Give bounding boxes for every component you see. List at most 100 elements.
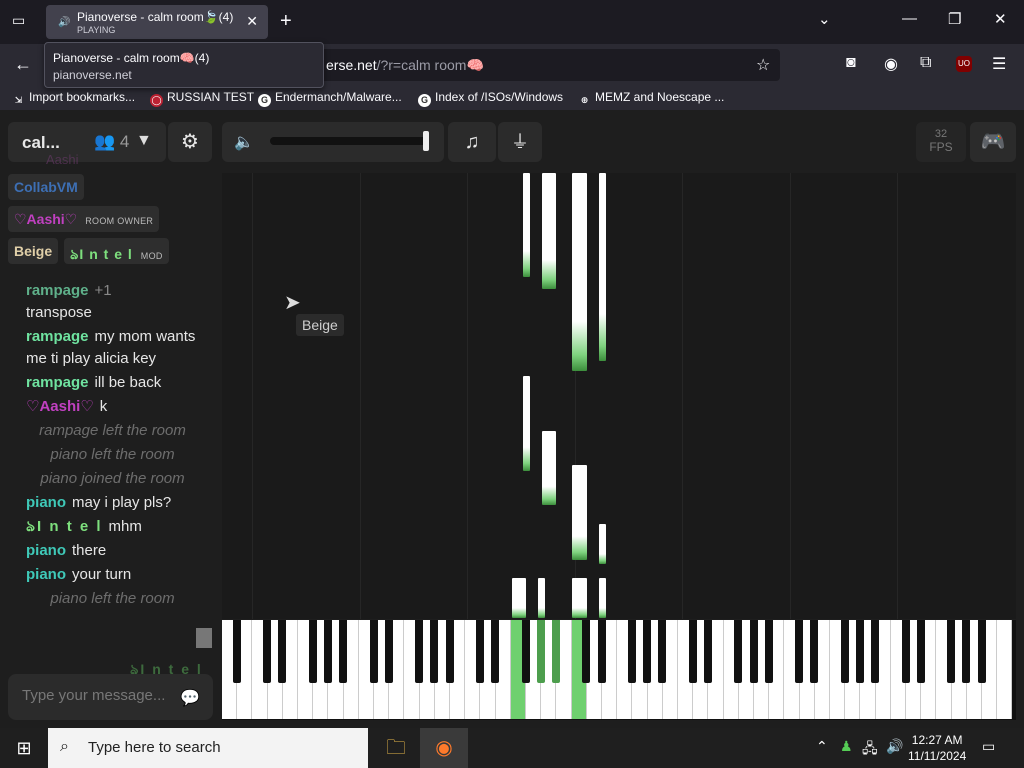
black-key[interactable] [734,620,743,683]
account-icon[interactable]: ◉ [884,54,898,74]
chat-message: piano may i play pls? [26,494,172,511]
ublock-icon[interactable]: UO [956,56,972,72]
black-key[interactable] [582,620,591,683]
speaker-icon[interactable]: 🔈 [234,132,254,152]
black-key[interactable] [597,620,606,683]
minimize-button[interactable]: — [902,10,917,27]
browser-tab[interactable]: 🔊 Pianoverse - calm room🍃(4) PLAYING ✕ [46,5,268,39]
black-key[interactable] [764,620,773,683]
user-tray-icon[interactable]: ♟ [840,738,853,755]
falling-note [572,578,587,618]
close-tab-icon[interactable]: ✕ [246,13,258,30]
white-key[interactable] [997,620,1013,719]
pocket-icon[interactable]: ◙ [846,54,856,72]
notification-icon[interactable]: ▭ [982,738,995,755]
usb-icon: ⏚ [511,132,529,152]
black-key[interactable] [263,620,272,683]
audio-playing-icon[interactable]: 🔊 [58,17,70,28]
tab-list-icon[interactable]: ⌄ [818,10,831,28]
midi-button[interactable]: ⏚ [498,122,542,162]
grid-line [897,173,898,619]
user-label[interactable]: ঌI n t e l MOD [64,238,169,264]
black-key[interactable] [840,620,849,683]
black-key[interactable] [521,620,530,683]
user-label[interactable]: ♡Aashi♡ ROOM OWNER [8,206,160,232]
black-key[interactable] [643,620,652,683]
bookmark-memz[interactable]: ⊕ MEMZ and Noescape ... [578,90,725,107]
chat-scrollbar[interactable] [196,628,212,648]
black-key[interactable] [415,620,424,683]
black-key[interactable] [688,620,697,683]
chat-message: piano there [26,542,107,559]
tooltip-title: Pianoverse - calm room🧠(4) [53,51,210,65]
discord-icon: 🎮 [980,131,1006,153]
black-key[interactable] [475,620,484,683]
black-key[interactable] [536,620,545,683]
menu-icon[interactable]: ☰ [992,54,1006,74]
search-icon: ⌕ [60,738,69,755]
chat-bubble-icon[interactable]: 💬 [180,688,200,708]
chat-message: piano your turn [26,566,132,583]
extensions-icon[interactable]: ⧉ [920,54,931,72]
volume-slider-thumb[interactable] [423,131,429,151]
chevron-down-icon[interactable]: ▼ [136,132,152,150]
black-key[interactable] [445,620,454,683]
taskbar-search-input[interactable]: Type here to search [48,728,368,768]
black-key[interactable] [658,620,667,683]
black-key[interactable] [855,620,864,683]
tray-chevron-icon[interactable]: ⌃ [816,738,828,755]
black-key[interactable] [947,620,956,683]
black-key[interactable] [795,620,804,683]
restore-button[interactable]: ❐ [948,10,961,28]
black-key[interactable] [384,620,393,683]
black-key[interactable] [278,620,287,683]
taskbar-clock[interactable]: 12:27 AM 11/11/2024 [908,732,966,764]
black-key[interactable] [551,620,560,683]
black-key[interactable] [749,620,758,683]
black-key[interactable] [308,620,317,683]
black-key[interactable] [369,620,378,683]
user-count: 👥 4 [94,132,130,151]
music-button[interactable]: ♫ [448,122,496,162]
black-key[interactable] [491,620,500,683]
black-key[interactable] [810,620,819,683]
system-message: piano joined the room [40,470,185,487]
user-label[interactable]: Beige [8,238,59,264]
windows-start-icon[interactable]: ⊞ [0,728,48,768]
black-key[interactable] [232,620,241,683]
user-label[interactable]: CollabVM [8,174,84,200]
bookmark-endermanch[interactable]: G Endermanch/Malware... [258,90,402,107]
tab-overview-icon[interactable]: ▭ [12,12,25,29]
file-explorer-icon[interactable]: 🗀 [372,728,420,768]
black-key[interactable] [962,620,971,683]
falling-note [572,465,587,560]
grid-line [790,173,791,619]
network-icon[interactable]: 🖧 [862,738,878,762]
black-key[interactable] [703,620,712,683]
room-selector[interactable]: cal... 👥 4 ▼ [8,122,166,162]
new-tab-button[interactable]: + [280,10,292,33]
black-key[interactable] [901,620,910,683]
black-key[interactable] [871,620,880,683]
black-key[interactable] [916,620,925,683]
falling-note [542,431,556,505]
black-key[interactable] [323,620,332,683]
back-icon[interactable]: ← [14,54,32,75]
falling-note [542,173,556,289]
bookmark-russian-test[interactable]: ◯ RUSSIAN TEST [150,90,254,107]
black-key[interactable] [627,620,636,683]
black-key[interactable] [430,620,439,683]
black-key[interactable] [977,620,986,683]
discord-button[interactable]: 🎮 [970,122,1016,162]
close-window-button[interactable]: ✕ [994,10,1007,28]
bookmark-import[interactable]: ⇲ Import bookmarks... [12,90,135,107]
settings-button[interactable]: ⚙ [168,122,212,162]
falling-note [538,578,545,618]
piano-keyboard[interactable] [222,620,1016,720]
bookmark-star-icon[interactable]: ☆ [756,55,770,75]
volume-slider[interactable] [270,137,428,145]
firefox-icon[interactable]: ◉ [420,728,468,768]
black-key[interactable] [339,620,348,683]
volume-tray-icon[interactable]: 🔊 [886,738,903,755]
bookmark-isos[interactable]: G Index of /ISOs/Windows [418,90,563,107]
